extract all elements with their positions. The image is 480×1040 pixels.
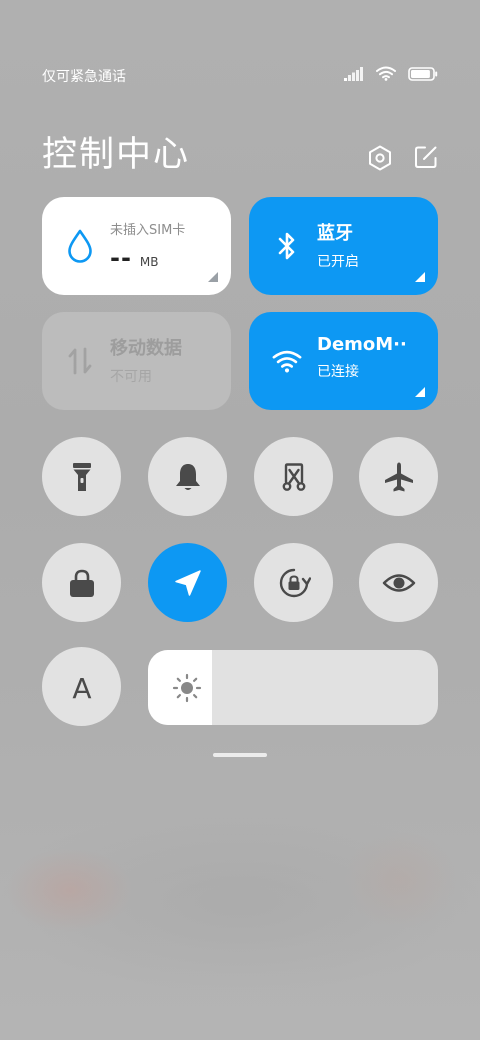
flashlight-icon <box>71 462 93 492</box>
brightness-slider[interactable] <box>148 650 438 725</box>
data-usage-value: -- MB <box>110 244 211 272</box>
font-a-icon: A <box>67 672 97 702</box>
wifi-network-name: DemoM·· <box>317 334 407 355</box>
reading-mode-toggle[interactable] <box>359 543 438 622</box>
bluetooth-title: 蓝牙 <box>317 223 353 244</box>
bluetooth-icon <box>272 227 302 265</box>
data-usage-text: 未插入SIM卡 -- MB <box>110 219 211 272</box>
auto-brightness-letter: A <box>72 672 91 702</box>
mobile-data-text: 移动数据 不可用 <box>110 334 211 386</box>
data-usage-amount: -- <box>110 244 132 272</box>
bluetooth-status: 已开启 <box>317 254 359 270</box>
wifi-icon <box>272 342 302 380</box>
bluetooth-tile[interactable]: 蓝牙 已开启 <box>249 197 438 295</box>
data-usage-tile[interactable]: 未插入SIM卡 -- MB <box>42 197 231 295</box>
status-icons <box>344 66 438 81</box>
lock-screen-toggle[interactable] <box>42 543 121 622</box>
mobile-data-title: 移动数据 <box>110 338 182 359</box>
rotation-lock-icon <box>277 566 311 600</box>
battery-icon <box>408 66 438 81</box>
eye-icon <box>382 571 416 595</box>
sim-status-label: 未插入SIM卡 <box>110 223 186 238</box>
flashlight-toggle[interactable] <box>42 437 121 516</box>
mute-toggle[interactable] <box>148 437 227 516</box>
header-actions <box>368 145 438 171</box>
wifi-text: DemoM·· 已连接 <box>317 334 418 381</box>
expand-corner-icon <box>208 272 218 282</box>
wifi-status: 已连接 <box>317 364 359 380</box>
wifi-tile[interactable]: DemoM·· 已连接 <box>249 312 438 410</box>
airplane-icon <box>383 461 415 493</box>
mobile-data-status: 不可用 <box>110 369 152 385</box>
settings-icon[interactable] <box>368 145 392 171</box>
airplane-toggle[interactable] <box>359 437 438 516</box>
data-usage-unit: MB <box>139 255 159 269</box>
sun-icon <box>172 673 202 703</box>
status-bar: 仅可紧急通话 <box>42 60 438 92</box>
auto-brightness-toggle[interactable]: A <box>42 647 121 726</box>
bell-icon <box>174 462 202 492</box>
location-toggle[interactable] <box>148 543 227 622</box>
lock-icon <box>68 568 96 598</box>
mobile-data-tile[interactable]: 移动数据 不可用 <box>42 312 231 410</box>
carrier-status-text: 仅可紧急通话 <box>42 69 126 85</box>
signal-icon <box>344 66 364 81</box>
mobile-data-icon <box>65 342 95 380</box>
drag-handle[interactable] <box>213 753 267 757</box>
wifi-status-icon <box>376 66 396 81</box>
location-icon <box>174 569 202 597</box>
screenshot-icon <box>279 462 309 492</box>
water-drop-icon <box>65 227 95 265</box>
screenshot-toggle[interactable] <box>254 437 333 516</box>
auto-rotate-toggle[interactable] <box>254 543 333 622</box>
expand-corner-icon[interactable] <box>415 387 425 397</box>
page-title: 控制中心 <box>42 135 191 175</box>
bluetooth-text: 蓝牙 已开启 <box>317 219 418 271</box>
edit-icon[interactable] <box>414 145 438 171</box>
expand-corner-icon[interactable] <box>415 272 425 282</box>
